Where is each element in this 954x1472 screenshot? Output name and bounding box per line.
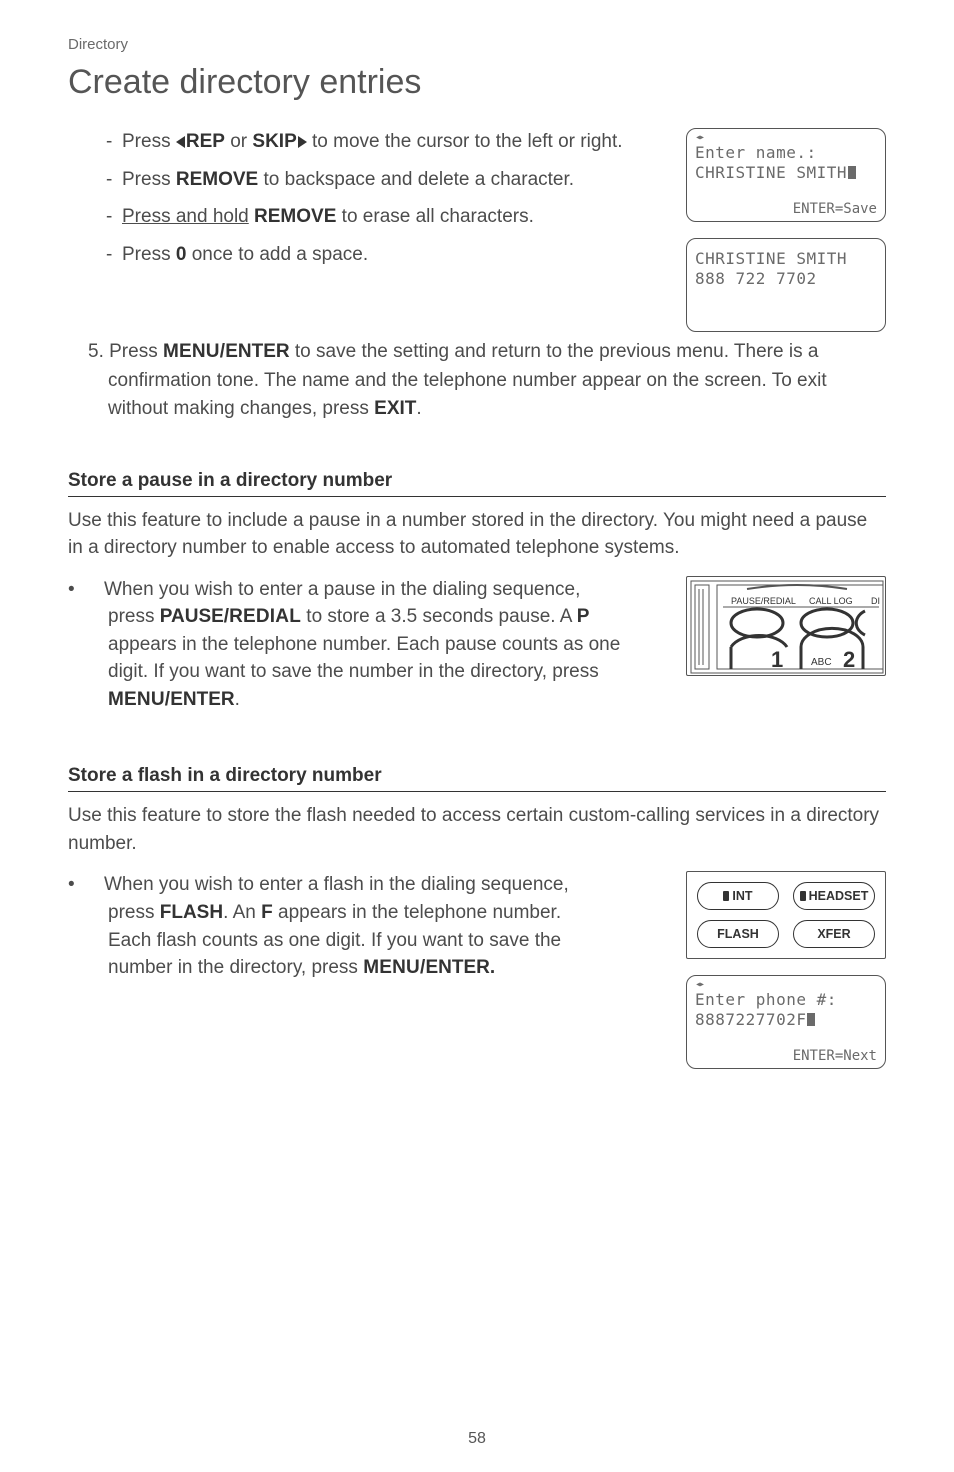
led-icon [723, 891, 729, 901]
lcd-line: CHRISTINE SMITH [695, 163, 877, 183]
triangle-right-icon [298, 136, 307, 148]
label-di: DI [871, 596, 880, 606]
pause-intro: Use this feature to include a pause in a… [68, 507, 886, 562]
instruction-item: Press REMOVE to backspace and delete a c… [108, 166, 628, 194]
lcd-hint: ENTER=Save [793, 201, 877, 217]
cursor-icon [807, 1013, 815, 1026]
flash-bullet: •When you wish to enter a flash in the d… [68, 871, 608, 981]
page-number: 58 [0, 1430, 954, 1448]
lcd-line: Enter name.: [695, 143, 877, 163]
triangle-left-icon [176, 136, 185, 148]
flash-intro: Use this feature to store the flash need… [68, 802, 886, 857]
instruction-item: Press and hold REMOVE to erase all chara… [108, 203, 628, 231]
cursor-icon [848, 166, 856, 179]
flash-button: FLASH [697, 920, 779, 948]
arrow-indicator-icon: ◂▸ [695, 133, 877, 143]
instruction-item: Press REP or SKIP to move the cursor to … [108, 128, 628, 156]
lcd-screen-name-entry: ◂▸ Enter name.: CHRISTINE SMITH ENTER=Sa… [686, 128, 886, 222]
section-heading-pause: Store a pause in a directory number [68, 470, 886, 497]
button-panel: INT HEADSET FLASH XFER [686, 871, 886, 959]
instruction-item: Press 0 once to add a space. [108, 241, 628, 269]
lcd-screen-phone-entry: ◂▸ Enter phone #: 8887227702F ENTER=Next [686, 975, 886, 1069]
headset-button: HEADSET [793, 882, 875, 910]
arrow-indicator-icon: ◂▸ [695, 980, 877, 990]
led-icon [800, 891, 806, 901]
instruction-list: Press REP or SKIP to move the cursor to … [68, 128, 628, 268]
label-pause-redial: PAUSE/REDIAL [731, 596, 796, 606]
lcd-line: CHRISTINE SMITH [695, 249, 877, 269]
lcd-line: 8887227702F [695, 1010, 877, 1030]
phone-diagram-pause: PAUSE/REDIAL CALL LOG DI 1 ABC 2 [686, 576, 886, 676]
lcd-hint: ENTER=Next [793, 1048, 877, 1064]
int-button: INT [697, 882, 779, 910]
key-1: 1 [771, 647, 783, 672]
label-call-log: CALL LOG [809, 596, 853, 606]
page-title: Create directory entries [68, 63, 886, 102]
lcd-screen-saved-entry: CHRISTINE SMITH 888 722 7702 [686, 238, 886, 332]
key-abc: ABC [811, 657, 832, 668]
section-label: Directory [68, 36, 886, 53]
step-5: 5. Press MENU/ENTER to save the setting … [68, 338, 886, 424]
xfer-button: XFER [793, 920, 875, 948]
key-2: 2 [843, 647, 855, 672]
lcd-line: 888 722 7702 [695, 269, 877, 289]
lcd-line: Enter phone #: [695, 990, 877, 1010]
section-heading-flash: Store a flash in a directory number [68, 765, 886, 792]
pause-bullet: •When you wish to enter a pause in the d… [68, 576, 628, 714]
